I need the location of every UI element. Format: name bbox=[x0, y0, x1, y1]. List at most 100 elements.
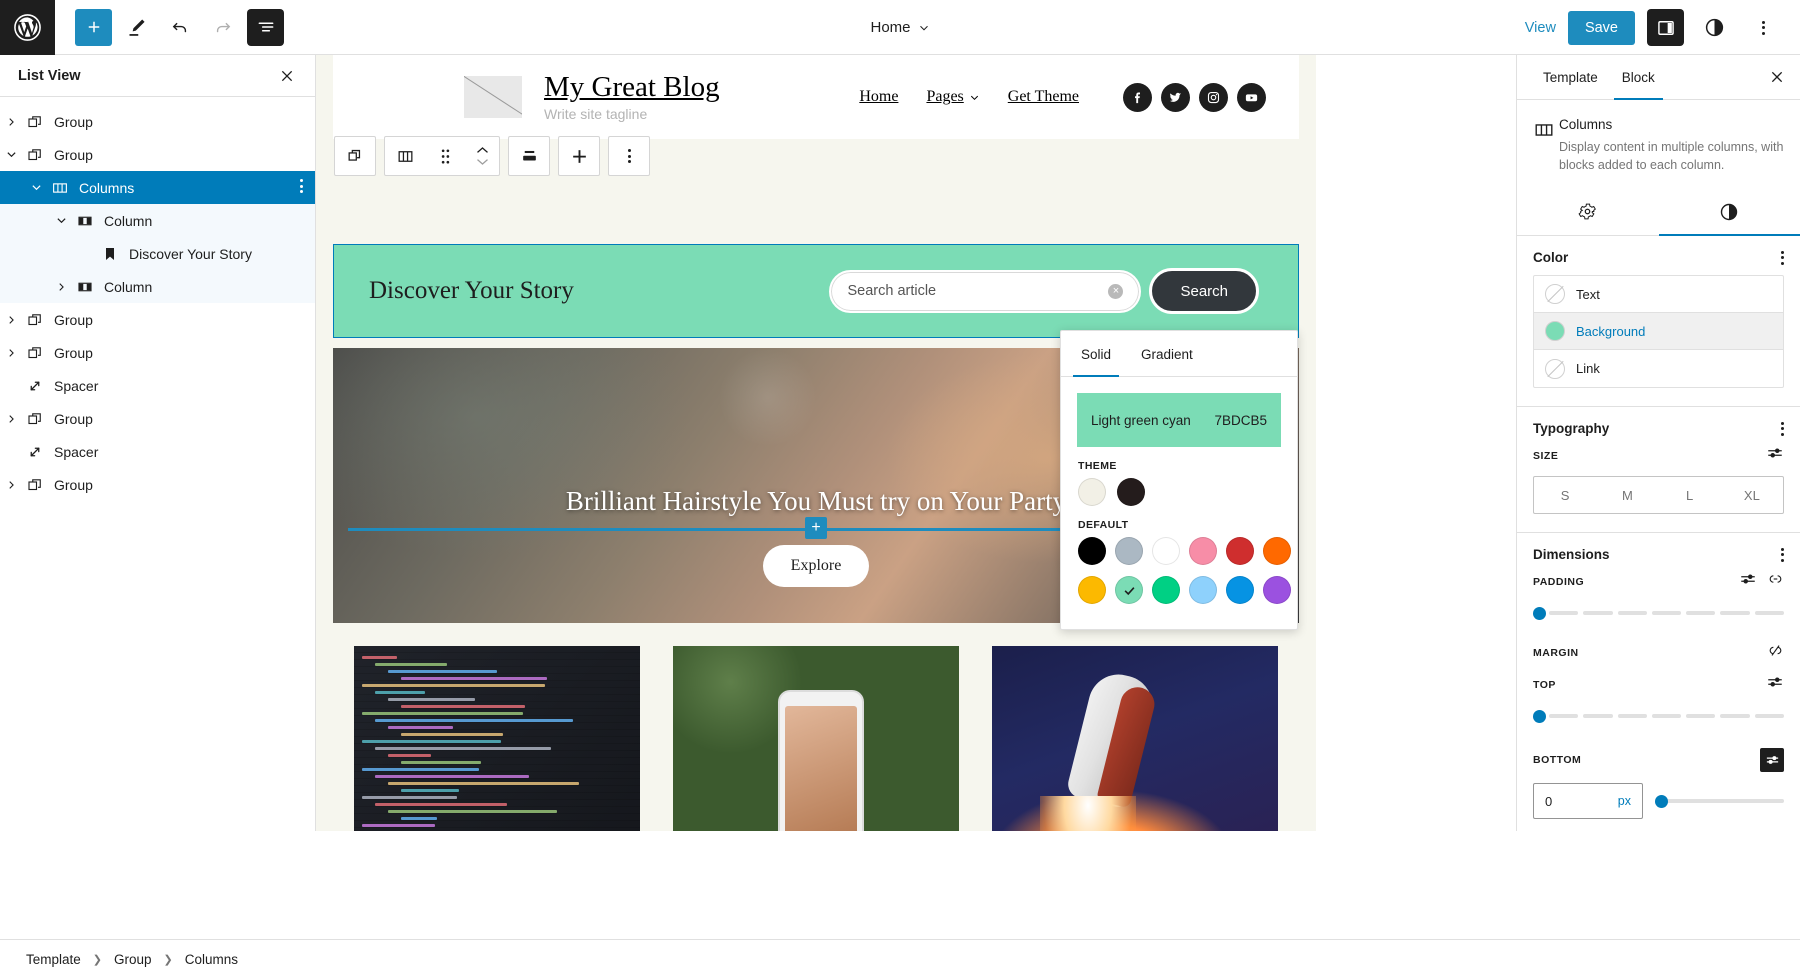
nav-item-get-theme[interactable]: Get Theme bbox=[1008, 88, 1079, 106]
list-view-item-group[interactable]: Group bbox=[0, 402, 315, 435]
default-color-swatch[interactable] bbox=[1226, 576, 1254, 604]
youtube-icon[interactable] bbox=[1237, 82, 1266, 112]
padding-slider[interactable] bbox=[1533, 605, 1784, 621]
list-view-item-spacer[interactable]: Spacer bbox=[0, 435, 315, 468]
breadcrumb-item-columns[interactable]: Columns bbox=[179, 952, 244, 967]
default-color-swatch[interactable] bbox=[1115, 537, 1143, 565]
breadcrumb-item-group[interactable]: Group bbox=[108, 952, 158, 967]
facebook-icon[interactable] bbox=[1123, 82, 1152, 112]
block-more-options-button[interactable] bbox=[609, 137, 649, 175]
save-button[interactable]: Save bbox=[1567, 10, 1635, 45]
font-size-l-button[interactable]: L bbox=[1659, 477, 1721, 513]
columns-heading[interactable]: Discover Your Story bbox=[369, 277, 574, 305]
color-panel-options-icon[interactable] bbox=[1781, 250, 1784, 265]
search-input[interactable]: Search article bbox=[847, 283, 1108, 299]
default-color-swatch[interactable] bbox=[1078, 537, 1106, 565]
more-options-button[interactable] bbox=[1745, 9, 1782, 46]
move-block-buttons[interactable] bbox=[465, 145, 499, 167]
margin-unlink-icon[interactable] bbox=[1767, 643, 1784, 663]
columns-block-selected[interactable]: Discover Your Story Search article × Sea… bbox=[333, 244, 1299, 338]
margin-bottom-slider[interactable] bbox=[1655, 794, 1784, 809]
chevron-right-icon[interactable] bbox=[0, 105, 22, 138]
close-icon[interactable] bbox=[275, 64, 299, 88]
list-view-item-discover-your-story[interactable]: Discover Your Story bbox=[0, 237, 315, 270]
padding-link-icon[interactable] bbox=[1767, 572, 1784, 591]
list-view-item-column[interactable]: Column bbox=[0, 270, 315, 303]
styles-tab[interactable] bbox=[1658, 188, 1800, 237]
margin-bottom-input[interactable]: 0 px bbox=[1533, 783, 1643, 820]
padding-slider-knob[interactable] bbox=[1533, 607, 1546, 621]
twitter-icon[interactable] bbox=[1161, 82, 1190, 112]
color-row-text[interactable]: Text bbox=[1534, 276, 1783, 314]
site-title[interactable]: My Great Blog bbox=[544, 72, 720, 103]
list-view-item-spacer[interactable]: Spacer bbox=[0, 369, 315, 402]
settings-tab[interactable] bbox=[1517, 188, 1659, 235]
add-block-button[interactable] bbox=[75, 8, 112, 46]
align-button[interactable] bbox=[509, 137, 549, 175]
edit-tool-button[interactable] bbox=[118, 9, 155, 46]
list-view-item-options-icon[interactable] bbox=[300, 179, 303, 193]
drag-handle-icon[interactable] bbox=[425, 137, 465, 175]
vertical-align-button[interactable] bbox=[559, 137, 599, 175]
site-tagline[interactable]: Write site tagline bbox=[544, 106, 720, 122]
settings-sidebar-toggle[interactable] bbox=[1647, 9, 1684, 46]
list-view-item-group[interactable]: Group bbox=[0, 303, 315, 336]
list-view-item-group[interactable]: Group bbox=[0, 468, 315, 501]
theme-color-swatch[interactable] bbox=[1117, 478, 1145, 506]
tab-block[interactable]: Block bbox=[1610, 55, 1667, 100]
tab-solid[interactable]: Solid bbox=[1073, 331, 1120, 377]
color-row-background[interactable]: Background bbox=[1534, 313, 1783, 351]
chevron-right-icon[interactable] bbox=[0, 303, 22, 336]
block-type-columns-button[interactable] bbox=[385, 137, 425, 175]
font-size-xl-button[interactable]: XL bbox=[1721, 477, 1783, 513]
close-icon[interactable] bbox=[1766, 66, 1788, 88]
instagram-icon[interactable] bbox=[1199, 82, 1228, 112]
default-color-swatch[interactable] bbox=[1115, 576, 1143, 604]
list-view-item-group[interactable]: Group bbox=[0, 105, 315, 138]
default-color-swatch[interactable] bbox=[1189, 576, 1217, 604]
margin-bottom-unit[interactable]: px bbox=[1618, 794, 1631, 808]
list-view-item-columns[interactable]: Columns bbox=[0, 171, 315, 204]
post-card-image-shuttle[interactable] bbox=[992, 646, 1278, 831]
search-input-wrapper[interactable]: Search article × bbox=[829, 269, 1142, 313]
document-title-button[interactable]: Home bbox=[870, 19, 929, 36]
dimensions-panel-options-icon[interactable] bbox=[1781, 547, 1784, 562]
font-size-s-button[interactable]: S bbox=[1534, 477, 1596, 513]
chevron-right-icon[interactable] bbox=[0, 468, 22, 501]
nav-item-home[interactable]: Home bbox=[859, 88, 898, 106]
post-card-image-code[interactable] bbox=[354, 646, 640, 831]
margin-bottom-slider-knob[interactable] bbox=[1655, 795, 1668, 809]
chevron-down-icon[interactable] bbox=[0, 138, 22, 171]
explore-button[interactable]: Explore bbox=[763, 545, 869, 587]
wordpress-logo-icon[interactable] bbox=[0, 0, 55, 55]
site-logo-placeholder[interactable] bbox=[464, 76, 522, 118]
default-color-swatch[interactable] bbox=[1152, 537, 1180, 565]
redo-button[interactable] bbox=[204, 9, 241, 46]
list-view-item-group[interactable]: Group bbox=[0, 336, 315, 369]
list-view-item-group[interactable]: Group bbox=[0, 138, 315, 171]
chevron-up-icon[interactable] bbox=[475, 145, 490, 156]
undo-button[interactable] bbox=[161, 9, 198, 46]
default-color-swatch[interactable] bbox=[1078, 576, 1106, 604]
font-size-m-button[interactable]: M bbox=[1596, 477, 1658, 513]
default-color-swatch[interactable] bbox=[1152, 576, 1180, 604]
margin-bottom-custom-icon[interactable] bbox=[1760, 748, 1784, 773]
tab-gradient[interactable]: Gradient bbox=[1133, 331, 1201, 377]
default-color-swatch[interactable] bbox=[1263, 537, 1291, 565]
list-view-toggle[interactable] bbox=[247, 8, 284, 46]
chevron-right-icon[interactable] bbox=[0, 336, 22, 369]
theme-color-swatch[interactable] bbox=[1078, 478, 1106, 506]
chevron-right-icon[interactable] bbox=[50, 270, 72, 303]
chevron-down-icon[interactable] bbox=[475, 156, 490, 167]
list-view-item-column[interactable]: Column bbox=[0, 204, 315, 237]
margin-top-custom-icon[interactable] bbox=[1766, 675, 1784, 694]
chevron-down-icon[interactable] bbox=[25, 171, 47, 204]
margin-top-slider[interactable] bbox=[1533, 708, 1784, 724]
font-size-custom-icon[interactable] bbox=[1766, 446, 1784, 465]
search-button[interactable]: Search bbox=[1149, 268, 1259, 314]
default-color-swatch[interactable] bbox=[1263, 576, 1291, 604]
color-row-link[interactable]: Link bbox=[1534, 350, 1783, 387]
select-parent-button[interactable] bbox=[335, 137, 375, 175]
default-color-swatch[interactable] bbox=[1226, 537, 1254, 565]
add-block-inline-button[interactable]: + bbox=[805, 517, 827, 539]
